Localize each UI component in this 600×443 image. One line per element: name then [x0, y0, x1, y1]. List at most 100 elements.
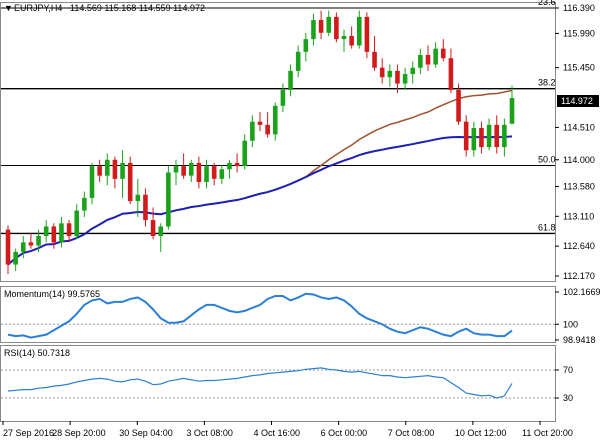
momentum-tick-label: 98.9418 [563, 335, 596, 345]
candle-body [143, 194, 148, 221]
rsi-tick-label: 70 [563, 365, 573, 375]
candle-body [89, 166, 95, 198]
candle-body [425, 54, 431, 65]
price-tick-label: 115.990 [563, 28, 595, 38]
candle-body [395, 70, 400, 84]
fib-level-label: 38.2 [538, 78, 556, 88]
candle-body [356, 16, 362, 46]
candle-body [181, 166, 186, 176]
candle-body [318, 20, 324, 33]
time-tick-label: 6 Oct 00:00 [321, 428, 368, 438]
candle-body [326, 16, 332, 33]
candle-body [257, 121, 263, 125]
candle-body [303, 39, 309, 52]
price-tick-label: 112.640 [563, 241, 595, 251]
candle-body [5, 229, 11, 265]
eurjpy-h4-chart[interactable]: 23.6 38.2 50.0 61.8 ▼ EURJPY,H4 114.569 115… [0, 0, 600, 443]
candle-body [211, 166, 217, 179]
candle-body [166, 172, 171, 227]
candle-body [82, 197, 87, 211]
candle-body [456, 89, 461, 122]
rsi-line [7, 367, 513, 399]
current-price-label: 114.972 [561, 96, 593, 106]
candle-body [341, 35, 347, 40]
rsi-panel-frame [0, 345, 556, 422]
candle-body [104, 159, 110, 176]
price-tick-label: 116.390 [563, 3, 595, 13]
time-tick-label: 4 Oct 16:00 [254, 428, 301, 438]
candle-body [288, 70, 293, 90]
price-tick-label: 113.580 [563, 181, 595, 191]
rsi-tick-label: 30 [563, 393, 573, 403]
chart-ohlc: 114.569 115.168 114.559 114.972 [70, 3, 205, 13]
candle-body [502, 124, 507, 148]
candle-body [479, 128, 484, 148]
candle-body [43, 226, 49, 236]
time-tick-label: 11 Oct 20:00 [522, 428, 573, 438]
time-tick-label: 3 Oct 08:00 [186, 428, 233, 438]
candle-body [66, 223, 72, 236]
candle-body [227, 162, 232, 170]
chart-symbol: EURJPY,H4 [14, 3, 62, 13]
candle-body [448, 58, 454, 90]
rsi-title: RSI(14) 50.7318 [4, 348, 70, 358]
time-tick-label: 30 Sep 04:00 [119, 428, 173, 438]
price-tick-label: 112.170 [563, 271, 595, 281]
price-tick-label: 115.450 [563, 63, 595, 73]
candle-body [280, 89, 286, 106]
candle-body [410, 67, 416, 75]
candle-body [13, 251, 18, 265]
momentum-title: Momentum(14) 99.5765 [4, 289, 100, 299]
fib-level-label: 61.8 [538, 222, 556, 232]
candle-body [234, 162, 240, 167]
time-axis: 27 Sep 201628 Sep 20:00 30 Sep 04:00 3 Oct… [2, 421, 573, 438]
candle-body [173, 166, 179, 173]
candle-body [219, 169, 225, 179]
candle-body [372, 51, 377, 68]
candle-body [265, 124, 270, 135]
time-tick-label: 27 Sep 2016 [3, 428, 54, 438]
momentum-tick-label: 102.1669 [563, 287, 600, 297]
candle-body [349, 35, 354, 46]
candle-body [463, 121, 469, 151]
candle-body [112, 159, 118, 179]
fib-level-label: 23.6 [538, 0, 556, 7]
candle-body [188, 162, 194, 176]
price-axis: 116.390 115.990 115.450 114.510 114.000 113.5… [555, 3, 595, 281]
candle-body [311, 20, 316, 40]
candle-body [509, 98, 515, 124]
candle-body [204, 166, 209, 183]
candle-body [196, 162, 202, 183]
candle-body [402, 74, 408, 84]
candle-body [36, 235, 41, 246]
momentum-line [7, 292, 513, 339]
price-tick-label: 114.510 [563, 122, 595, 132]
candle-body [494, 124, 500, 148]
candle-body [20, 242, 26, 252]
candle-body [242, 140, 248, 167]
candle-body [272, 105, 278, 135]
fib-level-label: 50.0 [538, 154, 556, 164]
candle-body [440, 48, 446, 59]
candle-body [250, 121, 255, 141]
price-tick-label: 113.110 [563, 211, 594, 221]
dropdown-triangle-icon[interactable]: ▼ [4, 3, 13, 13]
candle-body [379, 67, 385, 78]
candle-body [120, 162, 125, 179]
candle-body [471, 128, 477, 151]
time-tick-label: 10 Oct 12:00 [455, 428, 507, 438]
candle-body [28, 242, 34, 246]
indicator-axes: 102.1669 100 98.9418 70 30 [555, 287, 600, 403]
momentum-tick-label: 100 [563, 319, 578, 329]
price-tick-label: 114.000 [563, 155, 595, 165]
candle-body [418, 54, 423, 68]
candle-body [334, 16, 339, 40]
candle-body [74, 210, 80, 236]
candle-body [59, 223, 64, 243]
candle-body [135, 194, 141, 202]
time-tick-label: 28 Sep 20:00 [52, 428, 106, 438]
candle-body [51, 226, 57, 243]
candle-body [364, 16, 370, 52]
candle-body [97, 166, 102, 176]
time-tick-label: 7 Oct 08:00 [388, 428, 435, 438]
